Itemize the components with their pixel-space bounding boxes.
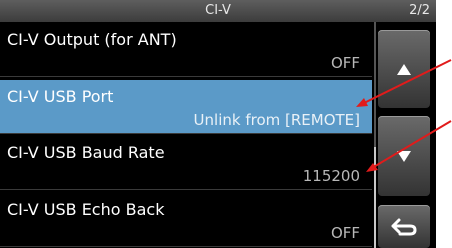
menu-item-label: CI-V USB Baud Rate [7, 143, 165, 162]
scrollbar[interactable] [374, 22, 376, 248]
radio-display: CI-V 2/2 CI-V Output (for ANT) OFF CI-V … [0, 0, 436, 248]
triangle-down-icon [397, 150, 411, 162]
menu-item-civ-output[interactable]: CI-V Output (for ANT) OFF [0, 23, 372, 77]
title-bar: CI-V 2/2 [0, 0, 436, 22]
triangle-up-icon [397, 63, 411, 75]
menu-item-value: OFF [330, 224, 360, 242]
scroll-down-button[interactable] [378, 116, 430, 196]
return-icon [391, 218, 417, 235]
menu-item-civ-usb-port[interactable]: CI-V USB Port Unlink from [REMOTE] [0, 80, 372, 134]
menu-item-value: OFF [330, 54, 360, 72]
menu-item-value: 115200 [302, 167, 360, 185]
menu-item-civ-usb-baud-rate[interactable]: CI-V USB Baud Rate 115200 [0, 136, 372, 190]
return-button[interactable] [378, 205, 430, 248]
menu-item-label: CI-V USB Port [7, 87, 114, 106]
page-indicator: 2/2 [409, 3, 430, 18]
menu-item-civ-usb-echo-back[interactable]: CI-V USB Echo Back OFF [0, 193, 372, 247]
menu-item-label: CI-V USB Echo Back [7, 200, 165, 219]
scroll-up-button[interactable] [378, 30, 430, 108]
scrollbar-thumb[interactable] [374, 147, 376, 248]
menu-item-label: CI-V Output (for ANT) [7, 30, 177, 49]
screen-title: CI-V [205, 3, 231, 18]
menu-item-value: Unlink from [REMOTE] [193, 111, 360, 129]
menu-list: CI-V Output (for ANT) OFF CI-V USB Port … [0, 23, 372, 248]
